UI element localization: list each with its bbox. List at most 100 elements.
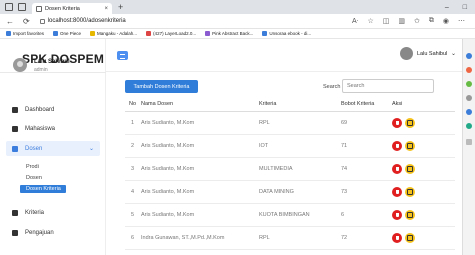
shopping-icon[interactable] <box>466 67 472 73</box>
submenu-item-dosen[interactable]: Dosen <box>26 175 42 181</box>
back-icon[interactable]: ← <box>6 17 14 26</box>
site-info-icon[interactable] <box>39 18 45 24</box>
bookmark-item[interactable]: One Piece <box>53 31 81 36</box>
row-actions <box>392 180 455 204</box>
table-row: 3 Aris Sudianto, M.Kom MULTIMEDIA 74 <box>125 157 455 181</box>
row-nama-dosen: Aris Sudianto, M.Kom <box>141 134 259 158</box>
chevron-down-icon[interactable]: ⌄ <box>451 50 456 57</box>
new-tab-icon[interactable]: + <box>118 2 123 12</box>
bookmark-item[interactable]: Unsoraa ebook - di... <box>262 31 311 36</box>
bookmark-item[interactable]: (427) LayerLoad2.0... <box>146 31 196 36</box>
row-no: 5 <box>125 203 141 227</box>
row-kriteria: MULTIMEDIA <box>259 157 341 181</box>
delete-icon[interactable] <box>392 163 402 174</box>
close-tab-icon[interactable]: × <box>104 6 108 12</box>
bookmark-item[interactable]: Mangaku - Adalah... <box>90 31 137 36</box>
edit-icon[interactable] <box>405 163 415 174</box>
submenu-item-dosen-kriteria[interactable]: Dosen Kriteria <box>20 185 66 193</box>
add-dosen-kriteria-button[interactable]: Tambah Dosen Kriteria <box>125 80 198 93</box>
row-bobot: 73 <box>341 180 392 204</box>
minimize-icon[interactable]: – <box>445 4 449 11</box>
row-actions <box>392 226 455 250</box>
favorite-star-icon[interactable]: ☆ <box>367 17 373 25</box>
menu-toggle-icon[interactable] <box>117 51 128 60</box>
browser-side-panel <box>462 39 475 255</box>
delete-icon[interactable] <box>392 140 402 151</box>
row-no: 4 <box>125 180 141 204</box>
office-icon[interactable] <box>466 109 472 115</box>
column-header: Nama Dosen <box>141 98 259 112</box>
maximize-icon[interactable]: □ <box>463 4 467 11</box>
profile-icon[interactable]: ◉ <box>443 17 449 25</box>
sidebar-item-mahasiswa[interactable]: Mahasiswa <box>12 124 55 134</box>
action-buttons <box>392 140 455 151</box>
row-actions <box>392 111 455 135</box>
collections-icon[interactable]: ⧉ <box>429 17 434 25</box>
delete-icon[interactable] <box>392 209 402 220</box>
edit-icon[interactable] <box>405 140 415 151</box>
address-bar-row: ← ⟳ localhost:8000/adosenkriteria Aᐧ ☆ ◫… <box>0 14 475 29</box>
table-row: 5 Aris Sudianto, M.Kom KUOTA BIMBINGAN 6 <box>125 203 455 227</box>
column-header: Bobot Kriteria <box>341 98 392 112</box>
edit-icon[interactable] <box>405 209 415 220</box>
add-icon[interactable] <box>466 139 472 145</box>
avatar[interactable] <box>400 47 413 60</box>
bookmark-favicon-icon <box>90 31 96 36</box>
tab-title: Dosen Kriteria <box>45 5 80 12</box>
read-aloud-icon[interactable]: Aᐧ <box>352 17 358 25</box>
sidebar-item-label: Mahasiswa <box>25 126 56 132</box>
bookmark-item[interactable]: Import favorites <box>6 31 44 36</box>
sidebar-item-pengajuan[interactable]: Pengajuan <box>12 228 54 238</box>
home-icon <box>12 107 18 113</box>
window-menu-icon[interactable] <box>5 3 13 11</box>
table-row: 6 Indra Gunawan, ST.,M.Pd.,M.Kom RPL 72 <box>125 226 455 250</box>
sidebar-item-label: Kriteria <box>25 210 45 216</box>
edit-icon[interactable] <box>405 117 415 128</box>
row-nama-dosen: Aris Sudianto, M.Kom <box>141 180 259 204</box>
row-kriteria: KUOTA BIMBINGAN <box>259 203 341 227</box>
split-screen-icon[interactable]: ▥ <box>398 17 405 25</box>
action-buttons <box>392 163 455 174</box>
bookmark-item[interactable]: Pink Abstract Back... <box>205 31 253 36</box>
favorites-icon[interactable]: ✩ <box>414 17 420 25</box>
extensions-icon[interactable]: ◫ <box>383 17 390 25</box>
row-nama-dosen: Aris Sudianto, M.Kom <box>141 203 259 227</box>
row-nama-dosen: Aris Sudianto, M.Kom <box>141 111 259 135</box>
outlook-icon[interactable] <box>466 123 472 129</box>
url-field[interactable]: localhost:8000/adosenkriteria <box>39 18 352 24</box>
delete-icon[interactable] <box>392 117 402 128</box>
row-bobot: 6 <box>341 203 392 227</box>
bookmark-label: Import favorites <box>13 31 45 36</box>
bookmark-favicon-icon <box>262 31 268 36</box>
bookmark-label: One Piece <box>60 31 82 36</box>
chevron-down-icon: ⌄ <box>88 146 94 152</box>
row-bobot: 69 <box>341 111 392 135</box>
more-icon[interactable]: ⋯ <box>458 17 465 25</box>
row-nama-dosen: Indra Gunawan, ST.,M.Pd.,M.Kom <box>141 226 259 250</box>
row-actions <box>392 134 455 158</box>
sidebar-item-kriteria[interactable]: Kriteria <box>12 208 44 218</box>
tab-actions-icon[interactable] <box>18 3 26 11</box>
browser-tabbar: Dosen Kriteria × + – □ <box>0 0 475 14</box>
row-bobot: 71 <box>341 134 392 158</box>
edit-icon[interactable] <box>405 186 415 197</box>
submenu-item-prodi[interactable]: Prodi <box>26 164 39 170</box>
tools-icon[interactable] <box>466 81 472 87</box>
topbar-user-name[interactable]: Lalu Sahibul <box>417 51 447 57</box>
games-icon[interactable] <box>466 95 472 101</box>
search-label: Search <box>323 84 341 90</box>
edit-icon[interactable] <box>405 232 415 243</box>
action-buttons <box>392 209 455 220</box>
column-header: Kriteria <box>259 98 341 112</box>
search-icon[interactable] <box>466 53 472 59</box>
browser-tab[interactable]: Dosen Kriteria × <box>32 3 112 14</box>
bookmark-label: Mangaku - Adalah... <box>97 31 138 36</box>
delete-icon[interactable] <box>392 232 402 243</box>
search-input[interactable] <box>342 79 434 93</box>
reload-icon[interactable]: ⟳ <box>23 17 30 26</box>
delete-icon[interactable] <box>392 186 402 197</box>
sidebar-item-dashboard[interactable]: Dashboard <box>12 105 54 115</box>
row-no: 6 <box>125 226 141 250</box>
url-text: localhost:8000/adosenkriteria <box>47 18 126 24</box>
sidebar-item-dosen[interactable]: Dosen ⌄ <box>6 141 100 156</box>
